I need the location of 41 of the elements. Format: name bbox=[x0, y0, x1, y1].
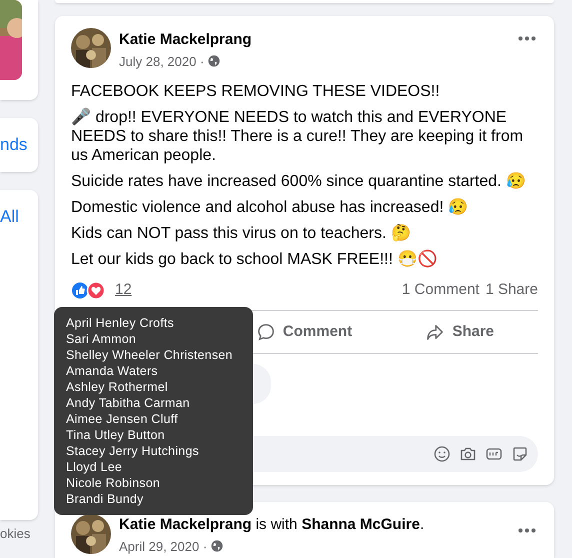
reactor-name: Shelley Wheeler Christensen bbox=[66, 347, 234, 363]
see-all-link[interactable]: nds bbox=[0, 132, 28, 158]
post-date[interactable]: April 29, 2020 · bbox=[119, 536, 208, 556]
see-all-link[interactable]: All bbox=[0, 204, 19, 230]
comment-count[interactable]: 1 Comment bbox=[402, 278, 480, 302]
post-header-text: Katie Mackelprang is with Shanna McGuire. bbox=[119, 515, 424, 535]
reactor-name: Brandi Bundy bbox=[66, 491, 144, 507]
more-options-icon[interactable] bbox=[518, 36, 536, 41]
reactor-name: Andy Tabitha Carman bbox=[66, 395, 191, 411]
smiley-icon[interactable] bbox=[434, 446, 450, 462]
post-action-button[interactable]: Comment bbox=[226, 314, 382, 350]
camera-icon[interactable] bbox=[460, 446, 476, 462]
post-date[interactable]: July 28, 2020 · bbox=[119, 52, 204, 71]
post-text: 🎤 drop!! EVERYONE NEEDS to watch this and EVERYONE NEEDS to share this!! There is a cure!! They are keeping it from us American people. bbox=[71, 108, 524, 165]
speech-bubble-icon bbox=[256, 323, 275, 341]
reactor-name: Aimee Jensen Cluff bbox=[66, 411, 179, 427]
reactor-name: Nicole Robinson bbox=[66, 475, 162, 491]
reactor-name: Tina Utley Button bbox=[66, 427, 166, 443]
globe-icon bbox=[211, 540, 224, 552]
footer-link[interactable]: okies bbox=[0, 524, 38, 544]
reactor-name: April Henley Crofts bbox=[66, 315, 175, 331]
reactor-name: Amanda Waters bbox=[66, 363, 159, 379]
author-name[interactable]: Katie Mackelprang bbox=[119, 29, 252, 52]
reaction-count[interactable]: 12 bbox=[115, 278, 132, 302]
sticker-icon[interactable] bbox=[512, 446, 528, 462]
share-count[interactable]: 1 Share bbox=[485, 278, 538, 302]
post-text: Suicide rates have increased 600% since quarantine started. 😥 bbox=[71, 172, 527, 191]
reactor-name: Sari Ammon bbox=[66, 331, 138, 347]
globe-icon bbox=[208, 55, 220, 68]
gif-icon[interactable] bbox=[486, 446, 502, 462]
post-text: Domestic violence and alcohol abuse has increased! 😥 bbox=[71, 198, 470, 217]
share-arrow-icon bbox=[426, 323, 444, 341]
reactor-name: Stacey Jerry Hutchings bbox=[66, 443, 200, 459]
reactor-name: Ashley Rothermel bbox=[66, 379, 169, 395]
post-action-button[interactable]: Share bbox=[382, 314, 538, 350]
reactor-name: Lloyd Lee bbox=[66, 459, 124, 475]
reaction-icons bbox=[71, 280, 107, 300]
post-text: Let our kids go back to school MASK FREE!!! 😷🚫 bbox=[71, 250, 438, 269]
more-options-icon[interactable] bbox=[518, 528, 536, 533]
post-text: Kids can NOT pass this virus on to teachers. 🤔 bbox=[71, 224, 412, 243]
post-text: FACEBOOK KEEPS REMOVING THESE VIDEOS!! bbox=[71, 82, 441, 101]
